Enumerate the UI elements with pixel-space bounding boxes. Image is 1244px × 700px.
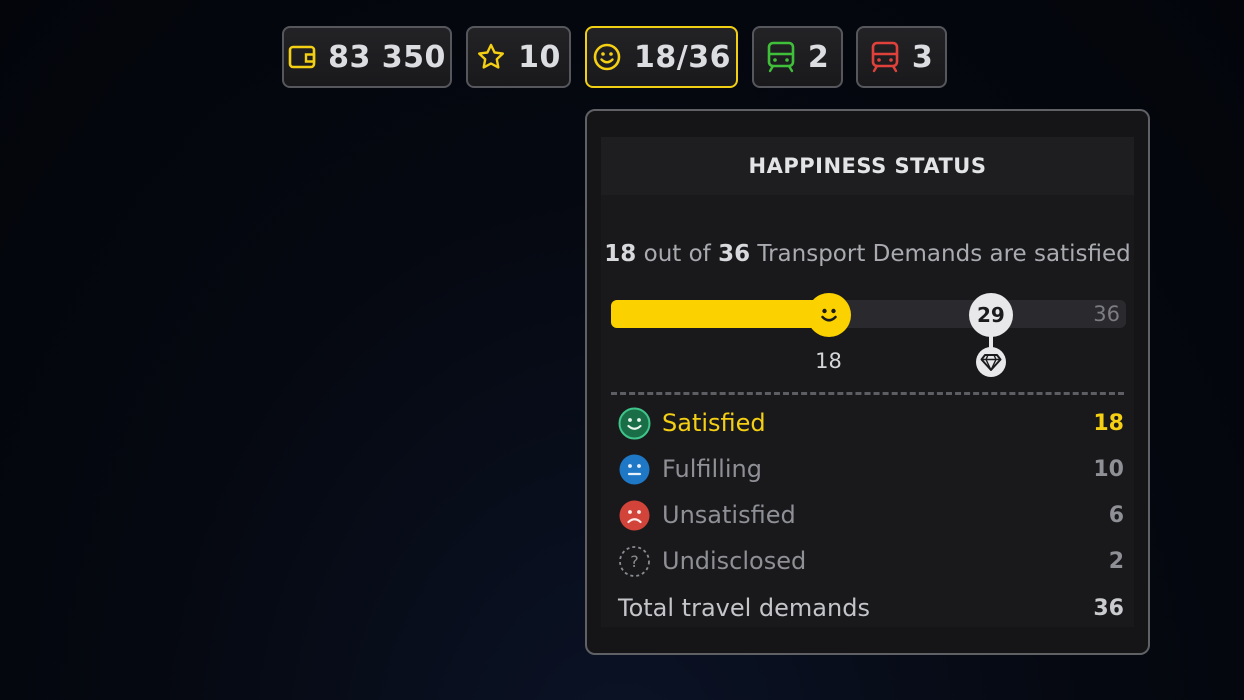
- progress-fill: [611, 300, 829, 328]
- stars-counter[interactable]: 10: [466, 26, 571, 88]
- svg-text:?: ?: [630, 552, 639, 571]
- divider: [611, 392, 1124, 395]
- list-item-satisfied: Satisfied 18: [618, 405, 1124, 441]
- star-icon: [476, 42, 506, 72]
- total-label: Total travel demands: [618, 594, 870, 622]
- summary-text-2: Transport Demands are satisfied: [750, 241, 1131, 267]
- row-label: Undisclosed: [662, 547, 807, 575]
- satisfied-summary: 18 out of 36 Transport Demands are satis…: [601, 241, 1134, 267]
- happiness-progress-bar: 36: [611, 300, 1126, 328]
- money-value: 83 350: [328, 39, 446, 75]
- happiness-counter[interactable]: 18/36: [585, 26, 738, 88]
- question-icon: ?: [618, 545, 651, 578]
- summary-current: 18: [604, 241, 637, 267]
- wallet-icon: [288, 44, 316, 70]
- row-label: Unsatisfied: [662, 501, 796, 529]
- money-counter[interactable]: 83 350: [282, 26, 452, 88]
- summary-total: 36: [718, 241, 751, 267]
- row-value: 6: [1108, 502, 1124, 528]
- current-happiness-marker: [806, 293, 851, 337]
- smiley-icon: [592, 42, 622, 72]
- row-value: 18: [1093, 410, 1124, 436]
- goal-marker[interactable]: 29: [968, 293, 1013, 337]
- happy-face-icon: [618, 407, 651, 440]
- row-label: Fulfilling: [662, 455, 762, 483]
- neutral-face-icon: [618, 453, 651, 486]
- row-value: 2: [1108, 548, 1124, 574]
- top-resource-bar: 83 350 10 18/36 2 3: [0, 0, 1244, 100]
- diamond-icon: [975, 347, 1006, 377]
- train-icon: [870, 41, 900, 73]
- panel-title: HAPPINESS STATUS: [601, 137, 1134, 195]
- summary-text-1: out of: [636, 241, 719, 267]
- progress-max-label: 36: [1093, 302, 1120, 326]
- current-value-label: 18: [815, 349, 842, 373]
- list-item-undisclosed: ? Undisclosed 2: [618, 543, 1124, 579]
- train-icon: [766, 41, 796, 73]
- list-item-unsatisfied: Unsatisfied 6: [618, 497, 1124, 533]
- smiley-icon: [820, 308, 837, 322]
- row-label: Satisfied: [662, 409, 766, 437]
- goal-value: 29: [976, 303, 1005, 327]
- stars-value: 10: [518, 39, 561, 75]
- total-value: 36: [1093, 595, 1124, 621]
- list-item-fulfilling: Fulfilling 10: [618, 451, 1124, 487]
- green-trains-counter[interactable]: 2: [752, 26, 843, 88]
- total-row: Total travel demands 36: [618, 590, 1124, 626]
- red-trains-value: 3: [911, 39, 934, 75]
- row-value: 10: [1093, 456, 1124, 482]
- red-trains-counter[interactable]: 3: [856, 26, 947, 88]
- happiness-status-panel: HAPPINESS STATUS 18 out of 36 Transport …: [585, 109, 1150, 655]
- happiness-value: 18/36: [634, 39, 731, 75]
- sad-face-icon: [618, 499, 651, 532]
- green-trains-value: 2: [807, 39, 830, 75]
